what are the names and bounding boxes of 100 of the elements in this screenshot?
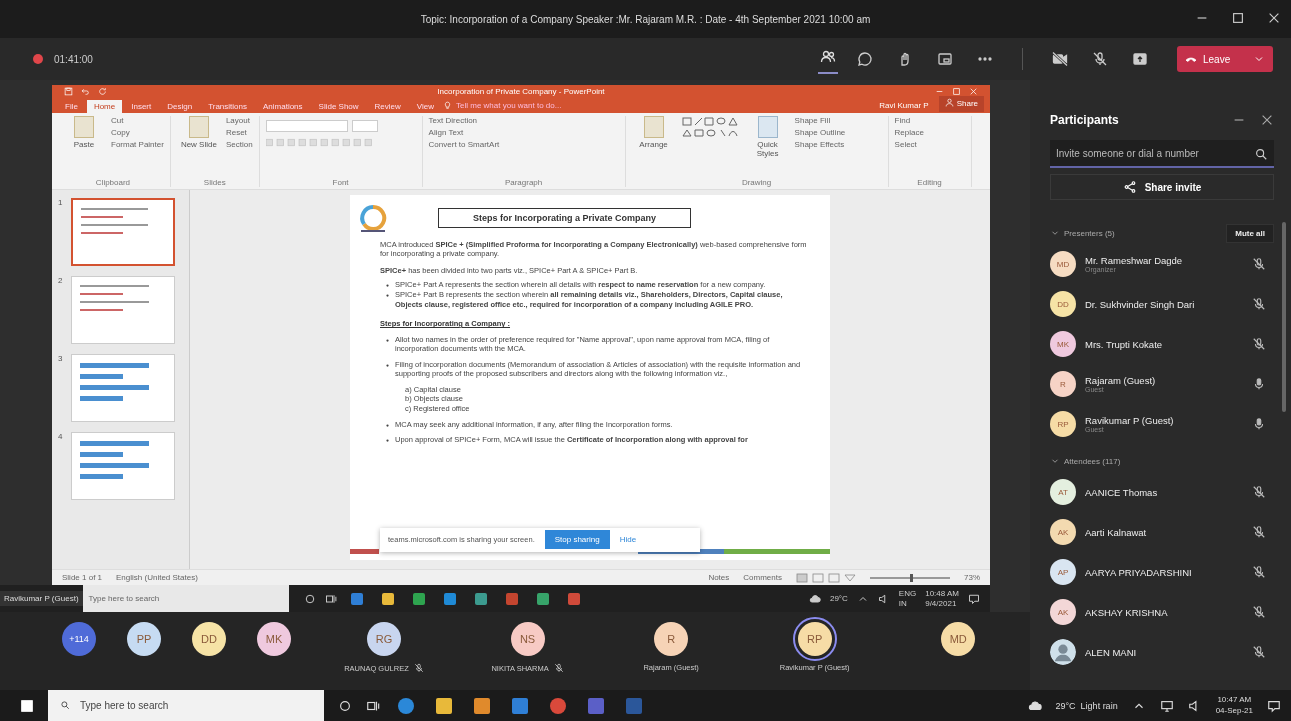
ribbon-button[interactable]: Align Text [428, 127, 500, 137]
ribbon-button[interactable]: Text Direction [428, 115, 500, 125]
avatar[interactable]: R [654, 622, 689, 656]
share-screen-icon[interactable] [1132, 51, 1148, 67]
ribbon-button[interactable]: Section [225, 139, 253, 149]
chat-icon[interactable] [857, 51, 873, 67]
app-icon[interactable] [412, 592, 425, 605]
participant-name: Dr. Sukhvinder Singh Dari [1085, 298, 1196, 310]
ribbon-button[interactable]: Copy [111, 127, 164, 137]
overflow-count[interactable]: +114 [62, 622, 96, 656]
maximize-icon[interactable] [1231, 11, 1245, 25]
ribbon-button[interactable]: Quick Styles [745, 115, 790, 158]
avatar[interactable]: MD [941, 622, 976, 656]
app-icon[interactable] [474, 592, 487, 605]
avatar[interactable]: NS [510, 622, 545, 656]
slide-count: Slide 1 of 1 [62, 573, 103, 582]
ribbon-button[interactable]: Find [894, 115, 924, 125]
camera-off-icon[interactable] [1052, 51, 1068, 67]
app-icon[interactable] [536, 592, 549, 605]
mic-off-icon[interactable] [1252, 525, 1266, 539]
ribbon-tab[interactable]: Animations [256, 99, 310, 113]
ribbon-button[interactable]: Arrange [631, 115, 676, 149]
share-invite-button[interactable]: Share invite [1050, 174, 1274, 200]
avatar[interactable]: PP [127, 622, 161, 656]
slide-thumbnail[interactable] [71, 353, 175, 422]
mic-off-icon[interactable] [1252, 485, 1266, 499]
app-icon[interactable] [474, 697, 490, 714]
app-icon[interactable] [443, 592, 456, 605]
ribbon-button[interactable]: Shape Outline [794, 127, 846, 137]
app-icon[interactable] [398, 697, 414, 714]
search-field[interactable]: Type here to search [48, 690, 324, 721]
app-icon[interactable] [512, 697, 528, 714]
language-label: English (United States) [116, 573, 198, 582]
ribbon-button[interactable]: Reset [225, 127, 253, 137]
avatar[interactable]: RG [367, 622, 401, 656]
ribbon-button[interactable]: Cut [111, 115, 164, 125]
notification-icon[interactable] [968, 592, 980, 605]
ribbon-button[interactable]: Shape Effects [794, 139, 846, 149]
mic-off-icon[interactable] [1252, 257, 1266, 271]
mic-off-icon[interactable] [1092, 51, 1108, 67]
mic-off-icon[interactable] [1252, 337, 1266, 351]
section-header[interactable]: Attendees (117) [1050, 456, 1121, 466]
ribbon-tab[interactable]: Insert [124, 99, 159, 113]
mic-off-icon[interactable] [1252, 605, 1266, 619]
ribbon-button[interactable]: Convert to SmartArt [428, 139, 500, 149]
avatar[interactable]: MK [257, 622, 291, 656]
circle-icon[interactable] [303, 592, 316, 605]
zoom-slider[interactable] [870, 576, 950, 579]
slide-thumbnail[interactable] [71, 431, 175, 500]
task-view-icon[interactable] [324, 592, 337, 605]
mic-off-icon[interactable] [1252, 297, 1266, 311]
stop-sharing-button[interactable]: Stop sharing [544, 530, 610, 550]
mic-off-icon[interactable] [1252, 565, 1266, 579]
avatar[interactable]: DD [192, 622, 226, 656]
ribbon-tab[interactable]: Review [367, 99, 408, 113]
notes-button[interactable]: Notes [708, 573, 730, 582]
mic-off-icon[interactable] [1252, 645, 1266, 659]
search-field[interactable]: Type here to search [82, 585, 289, 612]
invite-field[interactable]: Invite someone or dial a number [1050, 140, 1274, 168]
rooms-icon[interactable] [937, 51, 953, 67]
ribbon-tab[interactable]: Transitions [201, 99, 254, 113]
slide-thumbnail[interactable] [71, 275, 175, 344]
avatar: DD [1050, 291, 1076, 317]
app-icon[interactable] [550, 697, 566, 714]
mic-icon[interactable] [1252, 377, 1266, 391]
section-header[interactable]: Presenters (5) [1050, 228, 1115, 238]
hide-link[interactable]: Hide [619, 535, 637, 545]
ribbon-tab[interactable]: Design [160, 99, 200, 113]
ribbon-button[interactable]: Shape Fill [794, 115, 846, 125]
notification-icon[interactable] [1267, 698, 1281, 713]
undo-icon[interactable] [81, 87, 90, 96]
ribbon-tab[interactable]: Home [86, 99, 123, 113]
windows-icon[interactable] [20, 698, 34, 713]
mute-all-button[interactable]: Mute all [1226, 223, 1274, 243]
ribbon-button[interactable]: Paste [62, 115, 106, 149]
ribbon-button[interactable]: Replace [894, 127, 924, 137]
tell-me-field[interactable]: Tell me what you want to do... [456, 100, 562, 113]
participant-name: Ravikumar P (Guest) [1085, 415, 1175, 426]
ribbon-button[interactable]: Select [894, 139, 924, 149]
ribbon-button[interactable]: Format Painter [111, 139, 164, 149]
comments-button[interactable]: Comments [743, 573, 782, 582]
leave-button[interactable]: Leave [1177, 46, 1273, 72]
ribbon-button[interactable]: Layout [225, 115, 253, 125]
ribbon-tab[interactable]: Slide Show [311, 99, 366, 113]
close-icon[interactable] [1260, 113, 1274, 127]
app-icon[interactable] [381, 592, 394, 605]
ribbon-tab[interactable]: File [58, 99, 85, 113]
app-title: Incorporation of Private Company - PowerPoint [436, 87, 606, 96]
app-icon[interactable] [350, 592, 363, 605]
circle-icon[interactable] [338, 698, 352, 713]
close-icon[interactable] [1267, 11, 1281, 25]
slide-thumbnail[interactable] [71, 197, 175, 266]
ribbon-tab[interactable]: View [409, 99, 442, 113]
save-icon[interactable] [64, 87, 73, 96]
monitor-icon[interactable] [1159, 698, 1174, 713]
font-name-field[interactable] [265, 119, 348, 132]
mic-icon[interactable] [1252, 417, 1266, 431]
ribbon-button[interactable]: New Slide [176, 115, 221, 149]
font-size-field[interactable] [351, 119, 378, 132]
app-icon[interactable] [436, 697, 452, 714]
